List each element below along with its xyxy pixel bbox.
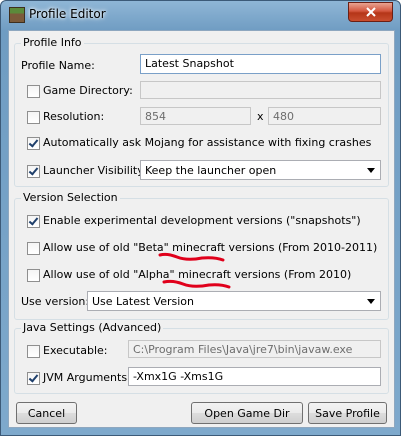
launcher-visibility-label: Launcher Visibility:	[43, 164, 147, 177]
save-profile-button[interactable]: Save Profile	[308, 402, 387, 424]
resolution-separator: x	[257, 110, 264, 123]
alpha-versions-checkbox[interactable]	[27, 269, 40, 282]
game-directory-checkbox[interactable]	[27, 85, 40, 98]
jvm-arguments-label: JVM Arguments:	[43, 371, 131, 384]
auto-ask-label: Automatically ask Mojang for assistance …	[43, 136, 372, 149]
java-settings-title: Java Settings (Advanced)	[21, 321, 164, 334]
use-version-select[interactable]: Use Latest Version	[87, 291, 381, 311]
executable-label: Executable:	[43, 344, 108, 357]
profile-info-title: Profile Info	[21, 36, 84, 49]
open-game-dir-button[interactable]: Open Game Dir	[191, 402, 303, 424]
launcher-visibility-select[interactable]: Keep the launcher open	[140, 160, 381, 180]
launcher-visibility-checkbox[interactable]	[27, 165, 40, 178]
snapshots-checkbox[interactable]	[27, 215, 40, 228]
resolution-label: Resolution:	[43, 110, 105, 123]
launcher-visibility-value: Keep the launcher open	[145, 164, 277, 177]
game-directory-label: Game Directory:	[43, 84, 133, 97]
chevron-down-icon	[363, 293, 379, 309]
window-title: Profile Editor	[29, 7, 106, 21]
minecraft-grass-block-icon	[9, 7, 25, 23]
executable-path-field[interactable]: C:\Program Files\Java\jre7\bin\javaw.exe	[128, 340, 381, 358]
version-selection-title: Version Selection	[21, 191, 120, 204]
profile-editor-window: Profile Editor Profile Info Profile Name…	[0, 0, 401, 436]
profile-name-input[interactable]: Latest Snapshot	[140, 54, 381, 74]
close-button[interactable]	[348, 2, 393, 22]
profile-name-label: Profile Name:	[21, 59, 95, 72]
dialog-body: Profile Info Profile Name: Latest Snapsh…	[8, 30, 395, 428]
close-icon	[365, 7, 376, 17]
executable-checkbox[interactable]	[27, 345, 40, 358]
snapshots-label: Enable experimental development versions…	[43, 214, 361, 227]
red-underline-annotation-alpha	[162, 279, 231, 289]
use-version-value: Use Latest Version	[92, 295, 194, 308]
game-directory-field[interactable]	[140, 81, 381, 99]
resolution-width-field[interactable]: 854	[140, 107, 251, 125]
red-underline-annotation-beta	[158, 252, 225, 262]
auto-ask-checkbox[interactable]	[27, 137, 40, 150]
chevron-down-icon	[363, 162, 379, 178]
resolution-height-field[interactable]: 480	[268, 107, 381, 125]
cancel-button[interactable]: Cancel	[16, 402, 77, 424]
jvm-arguments-checkbox[interactable]	[27, 372, 40, 385]
resolution-checkbox[interactable]	[27, 111, 40, 124]
jvm-arguments-input[interactable]: -Xmx1G -Xms1G	[128, 367, 381, 386]
beta-versions-checkbox[interactable]	[27, 242, 40, 255]
title-bar[interactable]: Profile Editor	[1, 1, 400, 30]
use-version-label: Use version:	[21, 295, 90, 308]
